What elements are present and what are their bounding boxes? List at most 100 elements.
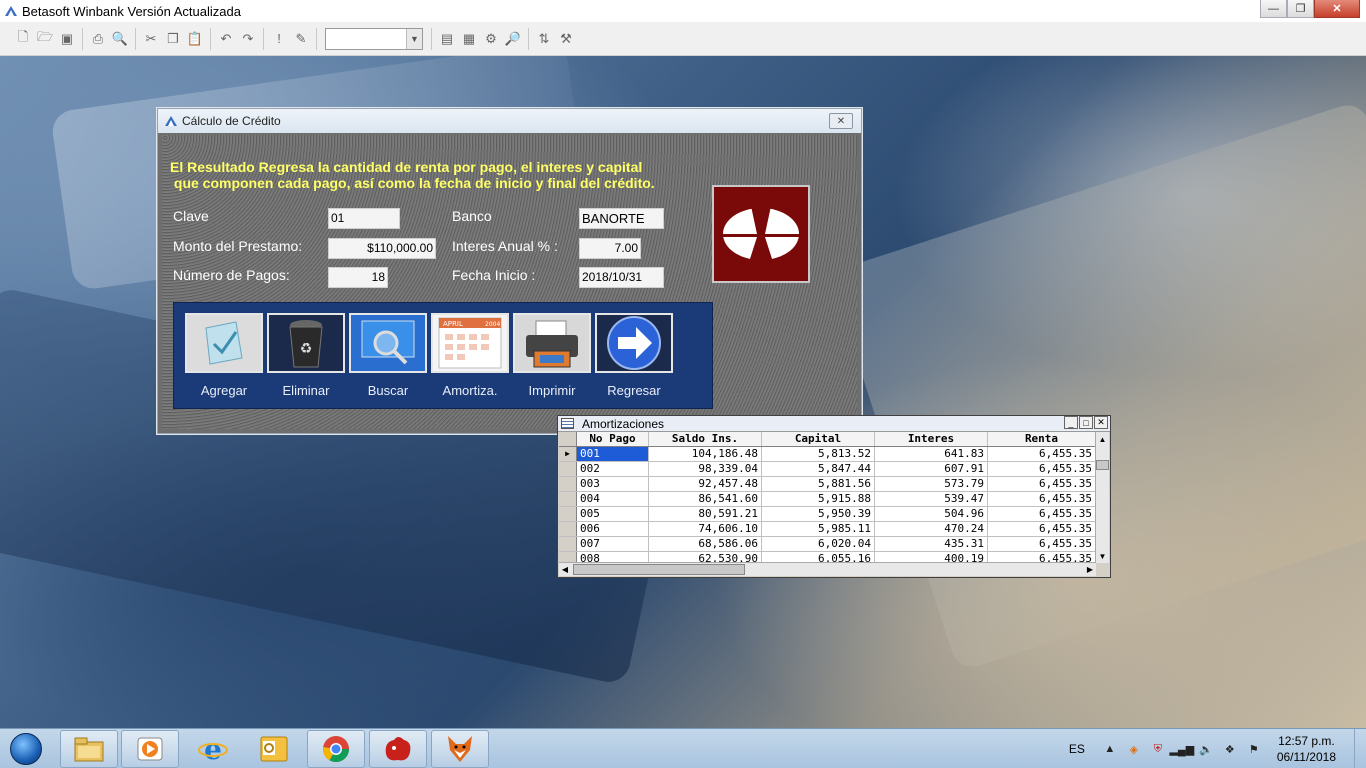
amortization-grid[interactable]: No Pago Saldo Ins. Capital Interes Renta…: [559, 432, 1096, 563]
outlook-icon[interactable]: [245, 730, 303, 768]
print-preview-icon[interactable]: 🔍: [109, 28, 131, 50]
scroll-up-icon[interactable]: ▲: [1096, 432, 1109, 446]
find-icon[interactable]: 🔎: [502, 28, 524, 50]
table-row[interactable]: ▶ 001 104,186.48 5,813.52 641.83 6,455.3…: [559, 447, 1096, 462]
dropbox-icon[interactable]: ❖: [1223, 742, 1237, 756]
agregar-button[interactable]: Agregar: [185, 313, 263, 398]
column-header[interactable]: Renta: [988, 432, 1096, 446]
table-cell[interactable]: 539.47: [875, 492, 988, 506]
close-icon[interactable]: ✕: [829, 113, 853, 129]
close-button[interactable]: ✕: [1314, 0, 1360, 18]
toolbar-combo[interactable]: ▼: [325, 27, 423, 50]
imprimir-button[interactable]: Imprimir: [513, 313, 591, 398]
explorer-icon[interactable]: [60, 730, 118, 768]
filter-icon[interactable]: ⇅: [533, 28, 555, 50]
column-header[interactable]: No Pago: [577, 432, 649, 446]
maximize-button[interactable]: □: [1079, 416, 1093, 429]
table-cell[interactable]: 92,457.48: [649, 477, 762, 491]
network-icon[interactable]: ▂▄▆: [1169, 742, 1194, 756]
table-cell[interactable]: 5,950.39: [762, 507, 875, 521]
table-cell[interactable]: 003: [577, 477, 649, 491]
table-cell[interactable]: 6,455.35: [988, 507, 1096, 521]
table-row[interactable]: 002 98,339.04 5,847.44 607.91 6,455.35: [559, 462, 1096, 477]
table-cell[interactable]: 6,455.35: [988, 492, 1096, 506]
tray-app-icon[interactable]: ◈: [1127, 742, 1141, 756]
table-cell[interactable]: 573.79: [875, 477, 988, 491]
table-cell[interactable]: 104,186.48: [649, 447, 762, 461]
exclamation-icon[interactable]: !: [268, 28, 290, 50]
undo-icon[interactable]: ↶: [215, 28, 237, 50]
winbank-app-icon[interactable]: [369, 730, 427, 768]
show-hidden-icons-icon[interactable]: ▲: [1103, 742, 1117, 756]
maximize-button[interactable]: ❐: [1287, 0, 1314, 18]
internet-explorer-icon[interactable]: e: [184, 730, 242, 768]
table-row[interactable]: 007 68,586.06 6,020.04 435.31 6,455.35: [559, 537, 1096, 552]
table-row[interactable]: 003 92,457.48 5,881.56 573.79 6,455.35: [559, 477, 1096, 492]
table-cell[interactable]: 435.31: [875, 537, 988, 551]
table-cell[interactable]: 607.91: [875, 462, 988, 476]
table-cell[interactable]: 001: [577, 447, 649, 461]
table-cell[interactable]: 98,339.04: [649, 462, 762, 476]
table-cell[interactable]: 470.24: [875, 522, 988, 536]
table-cell[interactable]: 641.83: [875, 447, 988, 461]
banco-field[interactable]: BANORTE: [579, 208, 664, 229]
clave-field[interactable]: 01: [328, 208, 400, 229]
scroll-thumb[interactable]: [1096, 460, 1109, 470]
fox-app-icon[interactable]: [431, 730, 489, 768]
vertical-scrollbar[interactable]: ▲ ▼: [1095, 432, 1109, 563]
settings-icon[interactable]: ⚙: [480, 28, 502, 50]
minimize-button[interactable]: _: [1064, 416, 1078, 429]
fecha-field[interactable]: 2018/10/31: [579, 267, 664, 288]
table-cell[interactable]: 6,020.04: [762, 537, 875, 551]
cut-icon[interactable]: ✂: [140, 28, 162, 50]
table-cell[interactable]: 504.96: [875, 507, 988, 521]
table-cell[interactable]: 80,591.21: [649, 507, 762, 521]
table-cell[interactable]: 006: [577, 522, 649, 536]
open-icon[interactable]: 🗁: [34, 28, 56, 50]
table-cell[interactable]: 6,455.35: [988, 462, 1096, 476]
media-player-icon[interactable]: [121, 730, 179, 768]
column-header[interactable]: Saldo Ins.: [649, 432, 762, 446]
chrome-icon[interactable]: [307, 730, 365, 768]
table-cell[interactable]: 5,985.11: [762, 522, 875, 536]
scroll-left-icon[interactable]: ◀: [559, 563, 571, 576]
table-row[interactable]: 005 80,591.21 5,950.39 504.96 6,455.35: [559, 507, 1096, 522]
table-cell[interactable]: 74,606.10: [649, 522, 762, 536]
start-button[interactable]: [4, 729, 48, 768]
monto-field[interactable]: $110,000.00: [328, 238, 436, 259]
amortiza-button[interactable]: APRIL 2004 Amortiza.: [431, 313, 509, 398]
clock[interactable]: 12:57 p.m. 06/11/2018: [1277, 733, 1336, 765]
table-cell[interactable]: 007: [577, 537, 649, 551]
chevron-down-icon[interactable]: ▼: [406, 28, 422, 49]
minimize-button[interactable]: —: [1260, 0, 1287, 18]
table-cell[interactable]: 6,455.35: [988, 477, 1096, 491]
wizard-icon[interactable]: ⚒: [555, 28, 577, 50]
report-icon[interactable]: ▦: [458, 28, 480, 50]
new-icon[interactable]: 🗋: [12, 28, 34, 50]
security-icon[interactable]: ⛨: [1151, 742, 1165, 756]
table-cell[interactable]: 5,915.88: [762, 492, 875, 506]
table-row[interactable]: 006 74,606.10 5,985.11 470.24 6,455.35: [559, 522, 1096, 537]
interes-field[interactable]: 7.00: [579, 238, 641, 259]
table-cell[interactable]: 68,586.06: [649, 537, 762, 551]
redo-icon[interactable]: ↷: [237, 28, 259, 50]
scroll-down-icon[interactable]: ▼: [1096, 549, 1109, 563]
scroll-right-icon[interactable]: ▶: [1084, 563, 1096, 576]
table-cell[interactable]: 004: [577, 492, 649, 506]
table-cell[interactable]: 005: [577, 507, 649, 521]
language-indicator[interactable]: ES: [1069, 742, 1085, 756]
table-cell[interactable]: 6,455.35: [988, 522, 1096, 536]
buscar-button[interactable]: Buscar: [349, 313, 427, 398]
table-row[interactable]: 004 86,541.60 5,915.88 539.47 6,455.35: [559, 492, 1096, 507]
save-icon[interactable]: ▣: [56, 28, 78, 50]
edit-icon[interactable]: ✎: [290, 28, 312, 50]
close-button[interactable]: ✕: [1094, 416, 1108, 429]
eliminar-button[interactable]: ♻ Eliminar: [267, 313, 345, 398]
regresar-button[interactable]: Regresar: [595, 313, 673, 398]
table-cell[interactable]: 6,455.35: [988, 537, 1096, 551]
column-header[interactable]: Interes: [875, 432, 988, 446]
scroll-thumb[interactable]: [573, 564, 745, 575]
paste-icon[interactable]: 📋: [184, 28, 206, 50]
print-icon[interactable]: ⎙: [87, 28, 109, 50]
form-icon[interactable]: ▤: [436, 28, 458, 50]
